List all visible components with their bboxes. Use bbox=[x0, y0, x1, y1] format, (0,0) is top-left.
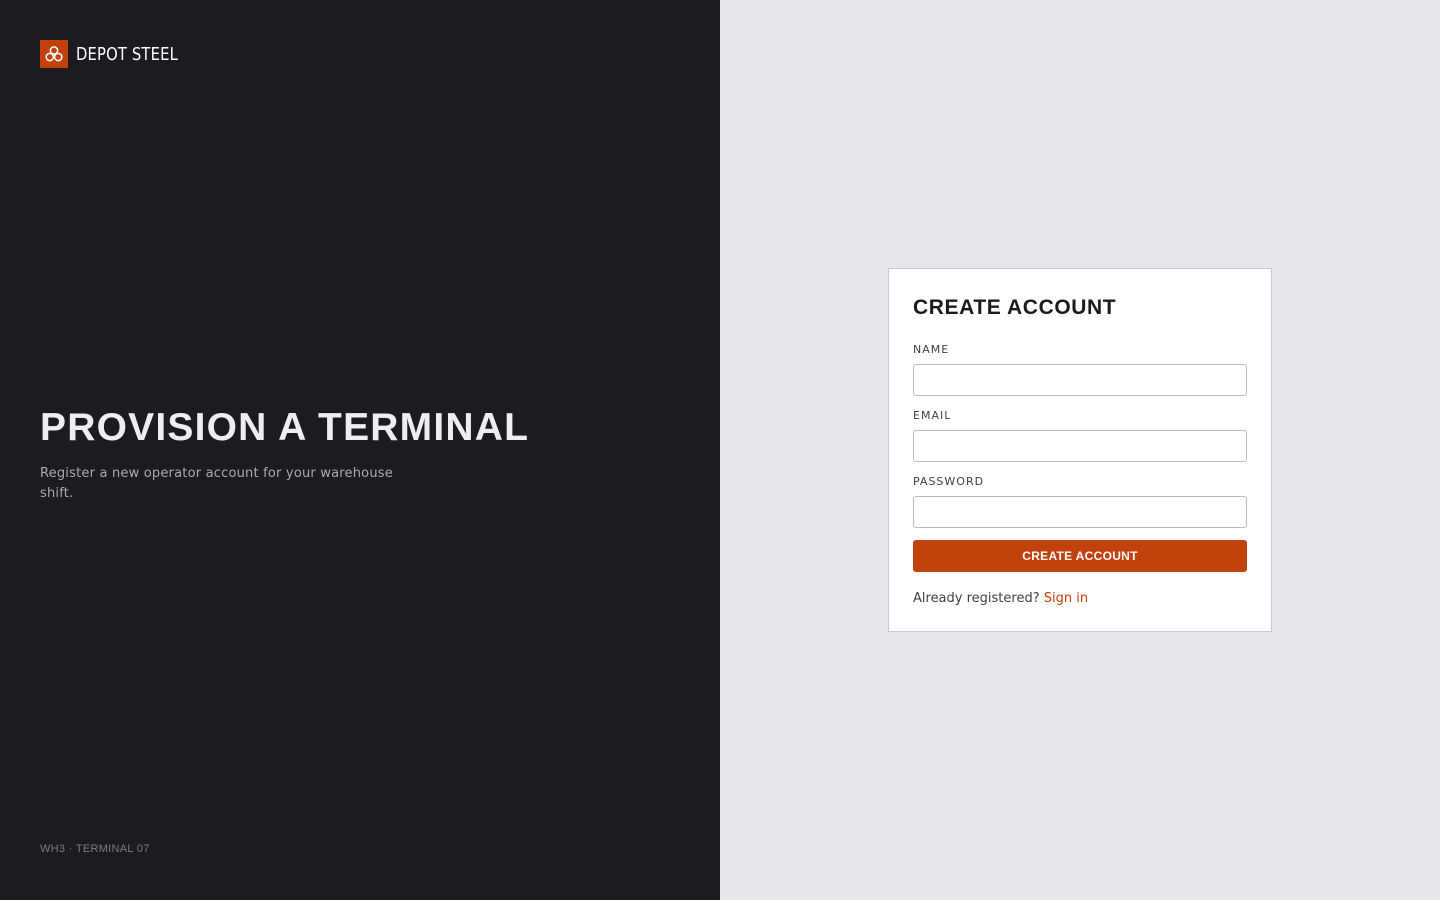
email-field-group: EMAIL bbox=[913, 409, 1247, 462]
left-panel: DEPOT STEEL PROVISION A TERMINAL Registe… bbox=[0, 0, 720, 900]
name-input[interactable] bbox=[913, 364, 1247, 396]
hero-subtitle: Register a new operator account for your… bbox=[40, 466, 393, 501]
hero: PROVISION A TERMINAL Register a new oper… bbox=[40, 406, 600, 504]
signin-prompt: Already registered? bbox=[913, 591, 1040, 606]
terminal-id: WH3 · TERMINAL 07 bbox=[40, 843, 150, 855]
password-input[interactable] bbox=[913, 496, 1247, 528]
box-cluster-icon bbox=[40, 40, 68, 68]
right-panel: CREATE ACCOUNT NAME EMAIL PASSWORD CREAT… bbox=[720, 0, 1440, 900]
brand: DEPOT STEEL bbox=[40, 40, 200, 68]
email-label: EMAIL bbox=[913, 409, 952, 422]
email-input[interactable] bbox=[913, 430, 1247, 462]
create-account-card: CREATE ACCOUNT NAME EMAIL PASSWORD CREAT… bbox=[888, 268, 1272, 632]
signin-link[interactable]: Sign in bbox=[1044, 591, 1088, 606]
create-account-button[interactable]: CREATE ACCOUNT bbox=[913, 540, 1247, 572]
hero-title: PROVISION A TERMINAL bbox=[40, 406, 530, 449]
name-field-group: NAME bbox=[913, 343, 1247, 396]
password-label: PASSWORD bbox=[913, 475, 985, 488]
password-field-group: PASSWORD bbox=[913, 475, 1247, 528]
brand-name: DEPOT STEEL bbox=[76, 43, 178, 65]
name-label: NAME bbox=[913, 343, 950, 356]
form-title: CREATE ACCOUNT bbox=[913, 296, 1117, 319]
signin-row: Already registered? Sign in bbox=[913, 591, 1247, 606]
